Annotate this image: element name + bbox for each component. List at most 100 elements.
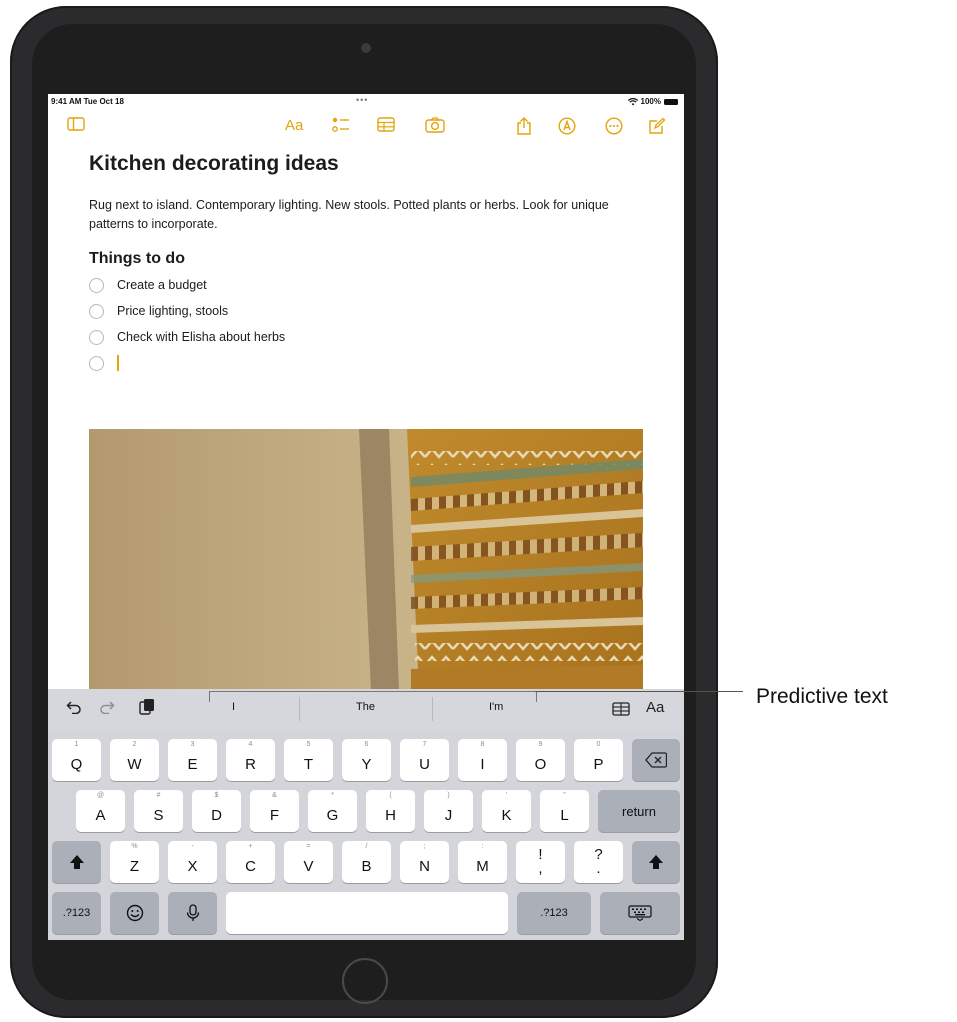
table-icon[interactable] [377, 117, 395, 132]
key-a[interactable]: @ A [76, 790, 125, 832]
format-button[interactable]: Aa [646, 699, 664, 716]
redo-icon[interactable] [99, 700, 115, 719]
key-g[interactable]: * G [308, 790, 357, 832]
checkbox-icon[interactable] [89, 277, 104, 293]
checklist-icon[interactable] [332, 117, 350, 133]
status-time: 9:41 AM Tue Oct 18 [51, 97, 124, 106]
key-q[interactable]: 1Q [52, 739, 101, 781]
notes-toolbar: Aa [48, 112, 684, 140]
checkbox-icon[interactable] [89, 355, 104, 371]
key-alt: % [131, 843, 138, 850]
emoji-key[interactable] [110, 892, 159, 934]
key-u[interactable]: 7U [400, 739, 449, 781]
key-l[interactable]: " L [540, 790, 589, 832]
key-label: B [361, 857, 372, 875]
key-p[interactable]: 0P [574, 739, 623, 781]
shift-icon [69, 855, 84, 869]
checklist-item-label: Price lighting, stools [117, 304, 229, 318]
key-label-bottom: . [596, 860, 601, 877]
keyboard: 1Q 2W 3E 4R 5T 6Y 7U 8I 9O 0P @ A # S $ D &… [48, 731, 684, 940]
checklist-item[interactable]: Price lighting, stools [89, 298, 649, 324]
key-alt: ; [423, 843, 426, 850]
key-e[interactable]: 3E [168, 739, 217, 781]
key-s[interactable]: # S [134, 790, 183, 832]
callout-bracket [209, 691, 537, 702]
sidebar-toggle-icon[interactable] [67, 117, 85, 131]
key-x[interactable]: -X [168, 841, 217, 883]
key-k[interactable]: ' K [482, 790, 531, 832]
shift-key[interactable] [52, 841, 101, 883]
checklist: Create a budget Price lighting, stools C… [89, 272, 649, 376]
checkbox-icon[interactable] [89, 303, 104, 319]
kitchen-photo[interactable] [89, 429, 643, 691]
key-d[interactable]: $ D [192, 790, 241, 832]
key-w[interactable]: 2W [110, 739, 159, 781]
return-key[interactable]: return [598, 790, 680, 832]
note-body[interactable]: Rug next to island. Contemporary lightin… [89, 196, 634, 234]
key-o[interactable]: 9O [516, 739, 565, 781]
checklist-item-empty[interactable] [89, 350, 649, 376]
table-icon[interactable] [612, 702, 630, 721]
space-key[interactable] [226, 892, 508, 934]
key-i[interactable]: 8I [458, 739, 507, 781]
key-alt: * [331, 792, 334, 799]
key-alt: $ [214, 792, 219, 799]
shift-key-right[interactable] [632, 841, 680, 883]
compose-icon[interactable] [648, 117, 666, 135]
checkbox-icon[interactable] [89, 329, 104, 345]
share-icon[interactable] [516, 117, 532, 135]
battery-percent: 100% [640, 97, 661, 106]
prediction-3[interactable]: I'm [489, 701, 503, 713]
key-n[interactable]: ; N [400, 841, 449, 883]
key-alt: 1 [74, 741, 79, 748]
key-alt: " [563, 792, 566, 799]
key-label: I [480, 755, 485, 773]
key-r[interactable]: 4R [226, 739, 275, 781]
note-title[interactable]: Kitchen decorating ideas [89, 152, 649, 176]
checklist-item[interactable]: Check with Elisha about herbs [89, 324, 649, 350]
numbers-key-right[interactable]: .?123 [517, 892, 591, 934]
key-label: T [303, 755, 314, 773]
key-alt: # [156, 792, 161, 799]
key-z[interactable]: % Z [110, 841, 159, 883]
undo-icon[interactable] [66, 700, 82, 719]
key-label: E [187, 755, 198, 773]
note-heading[interactable]: Things to do [89, 250, 649, 268]
prediction-2[interactable]: The [356, 701, 375, 713]
key-m[interactable]: :M [458, 841, 507, 883]
key-f[interactable]: & F [250, 790, 299, 832]
markup-icon[interactable] [558, 117, 576, 135]
more-icon[interactable] [605, 117, 623, 135]
multitasking-dots[interactable]: ••• [356, 95, 368, 105]
numbers-key[interactable]: .?123 [52, 892, 101, 934]
key-h[interactable]: (H [366, 790, 415, 832]
delete-key[interactable] [632, 739, 680, 781]
key-v[interactable]: = V [284, 841, 333, 883]
camera-icon[interactable] [425, 117, 445, 133]
home-button[interactable] [342, 958, 388, 1004]
key-question-period[interactable]: ?. [574, 841, 623, 883]
key-t[interactable]: 5T [284, 739, 333, 781]
key-exclamation-comma[interactable]: !, [516, 841, 565, 883]
wifi-icon [627, 97, 638, 105]
note-content[interactable]: Kitchen decorating ideas Rug next to isl… [89, 152, 649, 376]
key-label: U [419, 755, 430, 773]
status-right: 100% [627, 97, 678, 106]
checklist-item-label: Create a budget [117, 278, 207, 292]
key-alt: 9 [538, 741, 543, 748]
key-y[interactable]: 6Y [342, 739, 391, 781]
format-button[interactable]: Aa [285, 117, 303, 135]
prediction-1[interactable]: I [232, 701, 235, 713]
paste-icon[interactable] [139, 698, 155, 720]
key-alt: ) [447, 792, 450, 799]
battery-icon [664, 98, 678, 105]
checklist-item[interactable]: Create a budget [89, 272, 649, 298]
key-b[interactable]: / B [342, 841, 391, 883]
key-label: S [153, 806, 164, 824]
key-j[interactable]: ) J [424, 790, 473, 832]
text-cursor [117, 355, 119, 371]
dismiss-keyboard-key[interactable] [600, 892, 680, 934]
dictation-key[interactable] [168, 892, 217, 934]
key-alt: 4 [248, 741, 253, 748]
key-c[interactable]: + C [226, 841, 275, 883]
